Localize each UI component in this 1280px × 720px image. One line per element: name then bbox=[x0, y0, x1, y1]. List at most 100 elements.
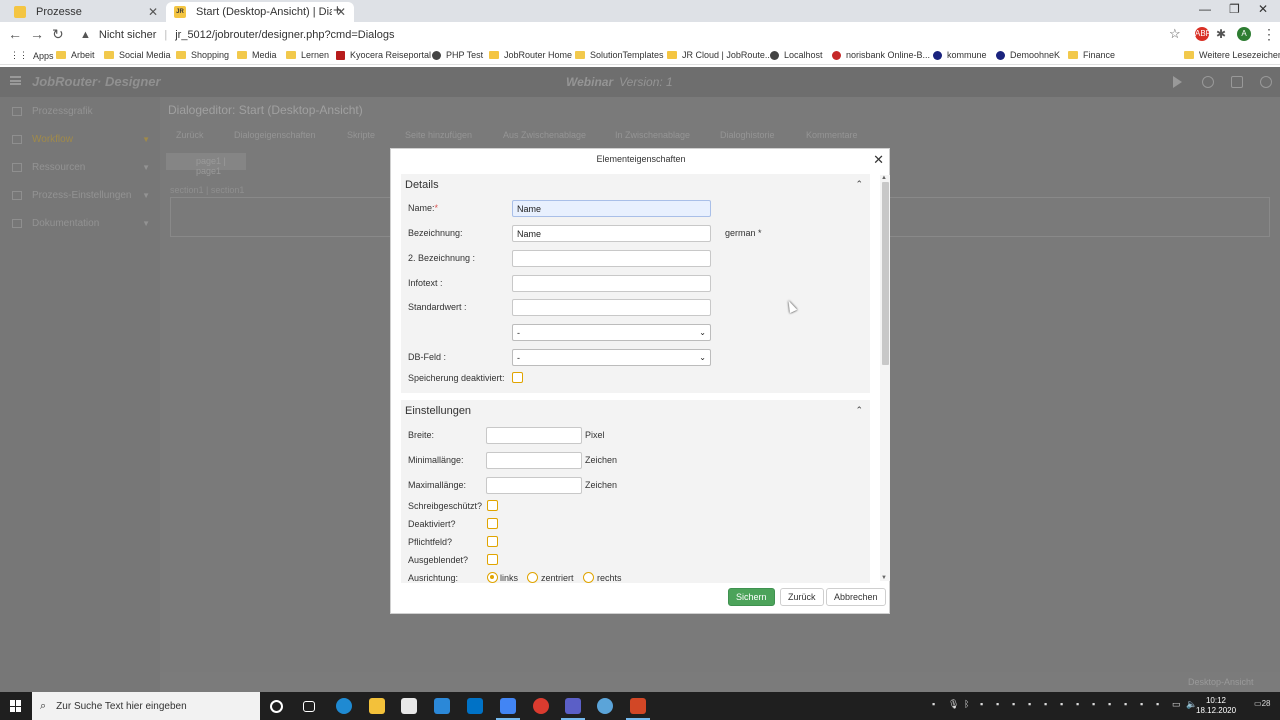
snowflake-app-icon[interactable] bbox=[597, 698, 613, 714]
bookmark-item[interactable]: norisbank Online-B... bbox=[832, 50, 930, 60]
radio-links[interactable] bbox=[487, 572, 498, 583]
tray-icon[interactable]: ▪ bbox=[1012, 699, 1015, 709]
sidebar-item-prozessgrafik[interactable]: Prozessgrafik bbox=[0, 97, 160, 125]
user-icon[interactable] bbox=[1260, 76, 1272, 88]
scroll-down-icon[interactable]: ▼ bbox=[881, 575, 887, 581]
tray-icon[interactable]: ▪ bbox=[932, 699, 935, 709]
close-window-icon[interactable]: ✕ bbox=[1258, 2, 1268, 16]
forward-arrow-icon[interactable]: → bbox=[30, 26, 44, 42]
standardwert-input[interactable] bbox=[512, 299, 711, 316]
windows-start-icon[interactable] bbox=[10, 700, 22, 712]
toolbar-from-clipboard[interactable]: Aus Zwischenablage bbox=[503, 130, 586, 140]
back-button[interactable]: Zurück bbox=[780, 588, 824, 606]
minimize-icon[interactable]: — bbox=[1199, 2, 1211, 16]
cancel-button[interactable]: Abbrechen bbox=[826, 588, 886, 606]
toolbar-back[interactable]: Zurück bbox=[176, 130, 204, 140]
reload-icon[interactable]: ↻ bbox=[52, 26, 64, 43]
avatar[interactable]: A bbox=[1237, 27, 1251, 41]
toolbar-add-page[interactable]: Seite hinzufügen bbox=[405, 130, 472, 140]
url-bar[interactable]: ▲ Nicht sicher | jr_5012/jobrouter/desig… bbox=[76, 24, 1188, 45]
menu-icon[interactable]: ⋮ bbox=[1262, 26, 1276, 43]
maxlaenge-input[interactable] bbox=[486, 477, 582, 494]
toolbar-comments[interactable]: Kommentare bbox=[806, 130, 858, 140]
schreibgeschuetzt-checkbox[interactable] bbox=[487, 500, 498, 511]
scrollbar-thumb[interactable] bbox=[882, 182, 889, 365]
sidebar-item-prozess-einstellungen[interactable]: Prozess-Einstellungen ▼ bbox=[0, 181, 160, 209]
browser-tab-prozesse[interactable]: Prozesse ✕ bbox=[6, 2, 166, 22]
extensions-icon[interactable]: ✱ bbox=[1216, 27, 1226, 41]
bookmark-item[interactable]: PHP Test bbox=[432, 50, 483, 60]
toolbar-to-clipboard[interactable]: In Zwischenablage bbox=[615, 130, 690, 140]
close-icon[interactable]: ✕ bbox=[873, 152, 884, 168]
mail-icon[interactable] bbox=[434, 698, 450, 714]
bookmark-item[interactable]: Shopping bbox=[176, 50, 229, 60]
sidebar-item-ressourcen[interactable]: Ressourcen ▼ bbox=[0, 153, 160, 181]
tray-icon[interactable]: ▪ bbox=[1156, 699, 1159, 709]
network-icon[interactable]: ▭ bbox=[1172, 699, 1181, 710]
tab-page1[interactable]: page1 | page1 bbox=[166, 153, 246, 176]
bookmark-item[interactable]: Localhost bbox=[770, 50, 823, 60]
teams-icon[interactable] bbox=[561, 698, 585, 720]
bookmark-item[interactable]: Lernen bbox=[286, 50, 329, 60]
pflichtfeld-checkbox[interactable] bbox=[487, 536, 498, 547]
bookmark-item[interactable]: JobRouter Home bbox=[489, 50, 572, 60]
tray-icon[interactable]: ▪ bbox=[1124, 699, 1127, 709]
scroll-up-icon[interactable]: ▲ bbox=[881, 175, 887, 181]
dbfeld-select[interactable]: - ⌄ bbox=[512, 349, 711, 366]
store-icon[interactable] bbox=[401, 698, 417, 714]
task-view-icon[interactable] bbox=[303, 701, 315, 712]
flask-icon[interactable] bbox=[1231, 76, 1243, 88]
bluetooth-icon[interactable]: ᛒ bbox=[964, 699, 969, 709]
bookmark-item[interactable]: Arbeit bbox=[56, 50, 95, 60]
tray-icon[interactable]: ▪ bbox=[996, 699, 999, 709]
radio-rechts[interactable] bbox=[583, 572, 594, 583]
browser-tab-start[interactable]: JR Start (Desktop-Ansicht) | Dialoge ✕ bbox=[166, 2, 354, 22]
bookmark-item[interactable]: Kyocera Reiseportal bbox=[336, 50, 431, 60]
chevron-up-icon[interactable]: ⌃ bbox=[855, 179, 863, 190]
bookmark-item[interactable]: SolutionTemplates bbox=[575, 50, 664, 60]
other-bookmarks[interactable]: Weitere Lesezeichen bbox=[1184, 50, 1280, 60]
bookmark-item[interactable]: DemoohneK bbox=[996, 50, 1060, 60]
tray-icon[interactable]: ▪ bbox=[1060, 699, 1063, 709]
new-tab-icon[interactable]: + bbox=[333, 2, 342, 19]
play-icon[interactable] bbox=[1173, 76, 1182, 88]
tray-icon[interactable]: ▪ bbox=[1108, 699, 1111, 709]
file-explorer-icon[interactable] bbox=[369, 698, 385, 714]
microphone-icon[interactable]: 🎙 bbox=[948, 699, 959, 710]
save-button[interactable]: Sichern bbox=[728, 588, 775, 606]
bookmark-item[interactable]: Social Media bbox=[104, 50, 171, 60]
tray-icon[interactable]: ▪ bbox=[1140, 699, 1143, 709]
tray-icon[interactable]: ▪ bbox=[1076, 699, 1079, 709]
bezeichnung2-input[interactable] bbox=[512, 250, 711, 267]
chevron-up-icon[interactable]: ⌃ bbox=[855, 405, 863, 416]
breite-input[interactable] bbox=[486, 427, 582, 444]
bookmark-item[interactable]: Finance bbox=[1068, 50, 1115, 60]
sidebar-item-workflow[interactable]: Workflow ▼ bbox=[0, 125, 160, 153]
bookmark-item[interactable]: kommune bbox=[933, 50, 987, 60]
adblock-icon[interactable]: ABP bbox=[1195, 27, 1211, 41]
back-arrow-icon[interactable]: ← bbox=[8, 26, 22, 42]
toolbar-dialog-history[interactable]: Dialoghistorie bbox=[720, 130, 775, 140]
taskbar-search[interactable]: ⌕ Zur Suche Text hier eingeben bbox=[32, 692, 260, 720]
star-icon[interactable]: ☆ bbox=[1169, 26, 1181, 42]
speicherung-checkbox[interactable] bbox=[512, 372, 523, 383]
radio-zentriert[interactable] bbox=[527, 572, 538, 583]
help-icon[interactable] bbox=[1202, 76, 1214, 88]
tray-icon[interactable]: ▪ bbox=[1044, 699, 1047, 709]
cortana-icon[interactable] bbox=[270, 700, 283, 713]
bookmark-item[interactable]: Media bbox=[237, 50, 277, 60]
close-tab-icon[interactable]: ✕ bbox=[148, 5, 158, 19]
standardwert-select[interactable]: - ⌄ bbox=[512, 324, 711, 341]
infotext-input[interactable] bbox=[512, 275, 711, 292]
dialog-scrollbar[interactable]: ▲ ▼ bbox=[880, 175, 890, 581]
name-input[interactable] bbox=[512, 200, 711, 217]
sidebar-item-dokumentation[interactable]: Dokumentation ▼ bbox=[0, 209, 160, 237]
outlook-icon[interactable] bbox=[467, 698, 483, 714]
clock[interactable]: 10:12 18.12.2020 bbox=[1196, 696, 1236, 716]
chrome-icon[interactable] bbox=[496, 698, 520, 720]
bookmark-item[interactable]: JR Cloud | JobRoute... bbox=[667, 50, 772, 60]
hamburger-icon[interactable] bbox=[10, 76, 21, 85]
bookmark-apps[interactable]: ⋮⋮ Apps bbox=[10, 50, 54, 61]
tray-icon[interactable]: ▪ bbox=[980, 699, 983, 709]
bezeichnung-input[interactable] bbox=[512, 225, 711, 242]
